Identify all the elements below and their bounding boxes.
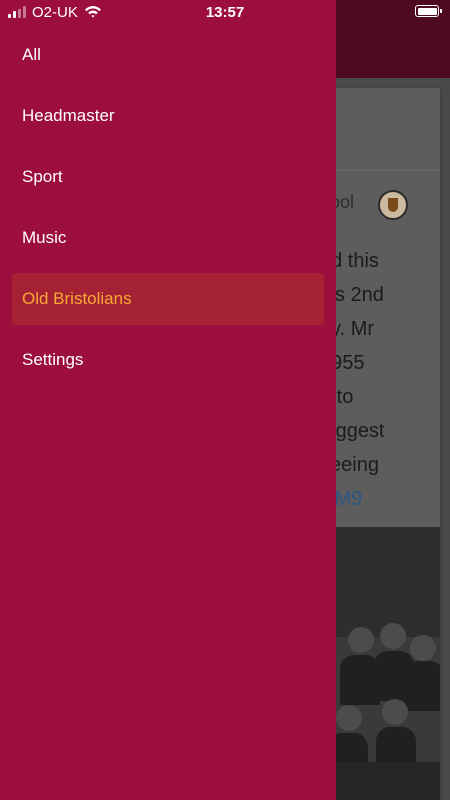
post-link[interactable]: UM9 [320,482,440,516]
post-text-line: h's 2nd [320,284,384,306]
post-text-line: ay. Mr [320,318,375,340]
post-text-line: 1955 [320,352,365,374]
drawer-item-old-bristolians[interactable]: Old Bristolians [12,273,324,325]
drawer-item-headmaster[interactable]: Headmaster [12,90,324,142]
post-card-divider [320,170,440,171]
navigation-drawer: All Headmaster Sport Music Old Bristolia… [0,0,336,800]
drawer-item-music[interactable]: Music [12,212,324,264]
status-time: 13:57 [205,4,245,21]
post-text-line: nd this [320,250,379,272]
post-text-line: p to [320,386,354,408]
drawer-item-all[interactable]: All [12,29,324,81]
post-photo [320,527,440,800]
status-bar: O2-UK 13:57 [0,0,450,24]
battery-icon [415,5,442,17]
drawer-item-sport[interactable]: Sport [12,151,324,203]
post-text-line: seeing [320,454,379,476]
drawer-item-settings[interactable]: Settings [12,334,324,386]
post-text-line: biggest [320,420,385,442]
school-crest-icon [378,190,408,220]
drawer-menu: All Headmaster Sport Music Old Bristolia… [0,29,336,395]
post-body-text: nd this h's 2nd ay. Mr 1955 p to biggest… [320,244,440,516]
